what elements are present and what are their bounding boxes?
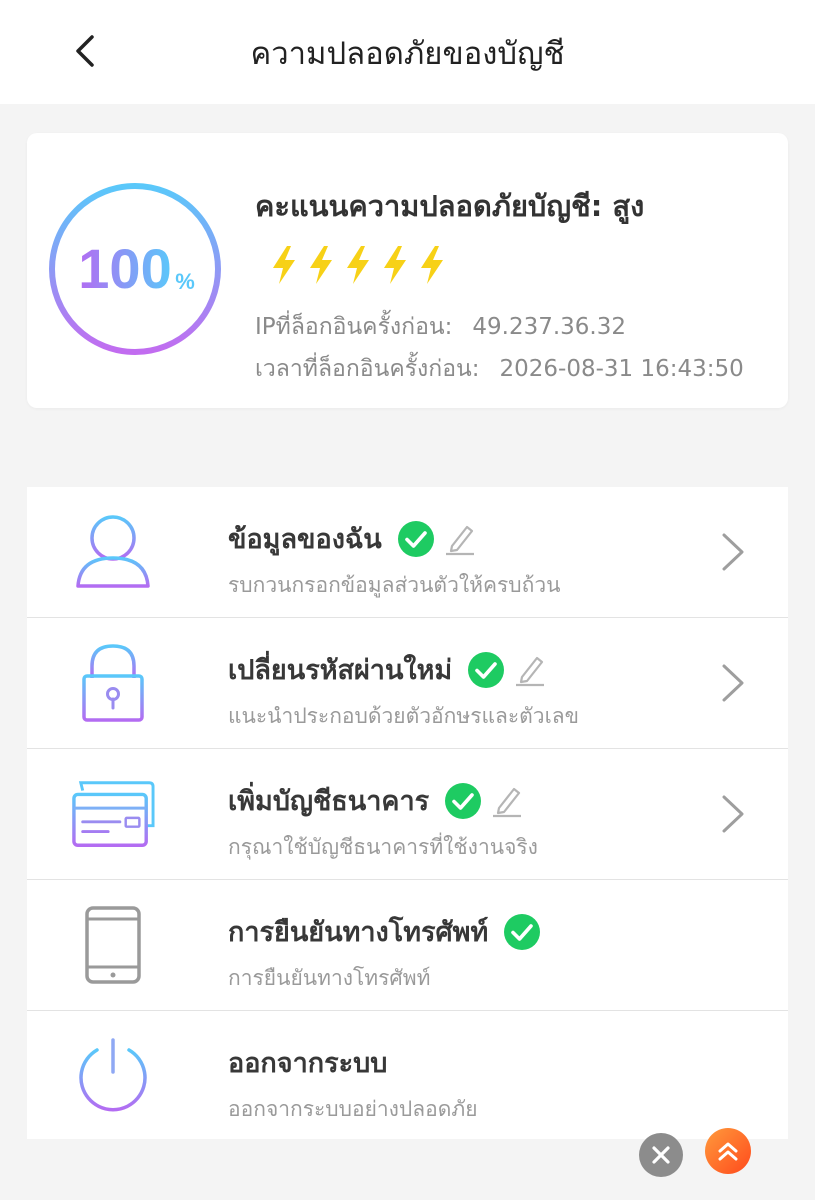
menu-item-subtitle: กรุณาใช้บัญชีธนาคารที่ใช้งานจริง [228,835,538,859]
edit-icon[interactable] [514,653,546,687]
menu-item-change-password[interactable]: เปลี่ยนรหัสผ่านใหม่ แนะนำประกอบด้วยตัวอั… [27,618,788,749]
menu-item-subtitle: การยืนยันทางโทรศัพท์ [228,966,431,990]
menu-item-subtitle: แนะนำประกอบด้วยตัวอักษรและตัวเลข [228,704,579,728]
lightning-icon [347,246,369,284]
score-percent-sign: % [175,269,195,294]
chevron-right-icon [722,533,744,571]
close-floating-button[interactable] [639,1133,683,1177]
last-login-time-value: 2026-08-31 16:43:50 [499,356,744,382]
menu-item-subtitle: รบกวนกรอกข้อมูลส่วนตัวให้ครบถ้วน [228,573,561,597]
scroll-top-button[interactable] [705,1128,751,1174]
app-header: ความปลอดภัยของบัญชี [0,0,815,104]
menu-item-title: เพิ่มบัญชีธนาคาร [228,786,430,817]
last-login-ip-value: 49.237.36.32 [472,314,627,340]
score-percent-number: 100 [78,237,171,300]
verified-check-icon [504,913,541,950]
last-login-ip-row: IPที่ล็อกอินครั้งก่อน: 49.237.36.32 [255,309,626,345]
menu-item-my-info[interactable]: ข้อมูลของฉัน รบกวนกรอกข้อมูลส่วนตัวให้คร… [27,487,788,618]
security-score-card: 100 % คะแนนความปลอดภัยบัญชี: สูง IPที่ล็… [27,133,788,408]
menu-item-title: เปลี่ยนรหัสผ่านใหม่ [228,655,453,686]
edit-icon[interactable] [444,522,476,556]
security-menu-list: ข้อมูลของฉัน รบกวนกรอกข้อมูลส่วนตัวให้คร… [27,487,788,1139]
chevron-right-icon [722,795,744,833]
menu-title-row: ออกจากระบบ [228,1041,387,1084]
menu-title-row: เปลี่ยนรหัสผ่านใหม่ [228,648,546,691]
menu-title-row: การยืนยันทางโทรศัพท์ [228,910,541,953]
lock-icon [71,644,155,722]
score-ring: 100 % [49,183,221,355]
user-icon [71,513,155,591]
chevron-right-icon [722,664,744,702]
menu-item-add-bank-account[interactable]: เพิ่มบัญชีธนาคาร กรุณาใช้บัญชีธนาคารที่ใ… [27,749,788,880]
lightning-icon [273,246,295,284]
menu-title-row: ข้อมูลของฉัน [228,517,476,560]
menu-item-logout[interactable]: ออกจากระบบ ออกจากระบบอย่างปลอดภัย [27,1011,788,1139]
last-login-time-label: เวลาที่ล็อกอินครั้งก่อน: [255,356,480,382]
menu-title-row: เพิ่มบัญชีธนาคาร [228,779,523,822]
verified-check-icon [445,782,482,819]
power-icon [71,1037,155,1115]
lightning-icon [384,246,406,284]
menu-item-phone-verification[interactable]: การยืนยันทางโทรศัพท์ การยืนยันทางโทรศัพท… [27,880,788,1011]
last-login-ip-label: IPที่ล็อกอินครั้งก่อน: [255,314,453,340]
verified-check-icon [397,520,434,557]
page-title: ความปลอดภัยของบัญชี [250,36,565,72]
security-rating [270,246,446,284]
menu-item-title: การยืนยันทางโทรศัพท์ [228,917,489,948]
security-score-label: คะแนนความปลอดภัยบัญชี: สูง [255,189,645,223]
menu-item-title: ข้อมูลของฉัน [228,524,382,555]
verified-check-icon [468,651,505,688]
double-chevron-up-icon [718,1142,738,1161]
close-icon [652,1146,670,1164]
edit-icon[interactable] [491,784,523,818]
last-login-time-row: เวลาที่ล็อกอินครั้งก่อน: 2026-08-31 16:43… [255,351,744,387]
lightning-icon [421,246,443,284]
bank-card-icon [71,775,155,853]
lightning-icon [310,246,332,284]
menu-item-subtitle: ออกจากระบบอย่างปลอดภัย [228,1097,478,1121]
phone-icon [71,906,155,984]
menu-item-title: ออกจากระบบ [228,1048,388,1079]
